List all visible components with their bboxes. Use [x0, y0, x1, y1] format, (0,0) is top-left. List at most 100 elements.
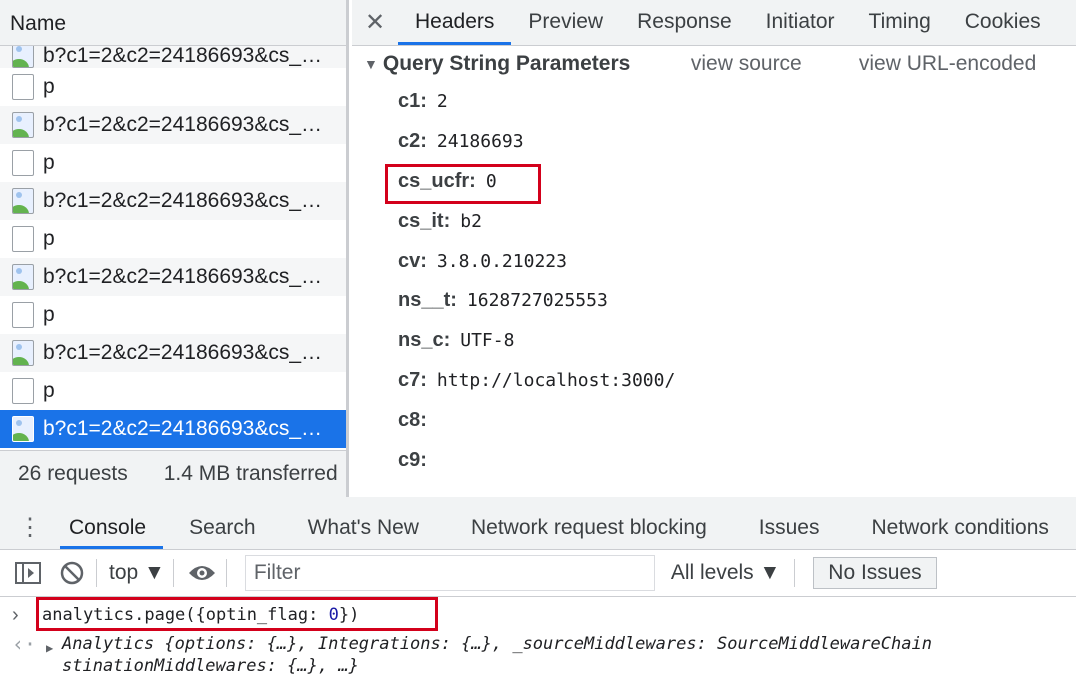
- request-name: b?c1=2&c2=24186693&cs_…: [43, 189, 323, 212]
- tab-timing[interactable]: Timing: [852, 0, 948, 45]
- toolbar-divider: [172, 559, 174, 587]
- section-title: Query String Parameters: [382, 52, 631, 75]
- image-file-icon: [12, 46, 34, 68]
- image-file-icon: [12, 340, 34, 366]
- request-name: b?c1=2&c2=24186693&cs_…: [43, 265, 323, 288]
- drawer-tab-issues[interactable]: Issues: [733, 505, 846, 549]
- query-string-section-header[interactable]: ▼ Query String Parameters view source vi…: [352, 46, 1076, 82]
- filter-input[interactable]: [244, 555, 655, 591]
- expand-triangle-icon[interactable]: ▶: [46, 637, 53, 659]
- tab-headers[interactable]: Headers: [398, 0, 512, 45]
- request-row[interactable]: b?c1=2&c2=24186693&cs_…: [0, 258, 346, 296]
- clear-console-icon[interactable]: [56, 558, 88, 588]
- param-key: cv:: [398, 249, 427, 272]
- image-file-icon: [12, 416, 34, 442]
- query-param-row: c2: 24186693: [352, 122, 1076, 162]
- image-file-icon: [12, 112, 34, 138]
- param-key: ns_c:: [398, 329, 451, 352]
- query-param-row: ns_c: UTF-8: [352, 321, 1076, 361]
- param-key: cs_it:: [398, 209, 451, 232]
- request-name: p: [43, 75, 55, 98]
- request-row[interactable]: b?c1=2&c2=24186693&cs_…: [0, 106, 346, 144]
- request-row[interactable]: p: [0, 220, 346, 258]
- image-file-icon: [12, 264, 34, 290]
- request-row[interactable]: b?c1=2&c2=24186693&cs_…: [0, 46, 346, 68]
- name-column-header[interactable]: Name: [0, 0, 346, 46]
- view-url-encoded-link[interactable]: view URL-encoded: [859, 52, 1036, 76]
- drawer-tab-console[interactable]: Console: [60, 505, 164, 549]
- request-details-pane: ✕ Headers Preview Response Initiator Timing C…: [352, 0, 1076, 497]
- network-panel: Name b?c1=2&c2=24186693&cs_… p b?c1=2&c2=2…: [0, 0, 1076, 497]
- collapse-triangle-icon[interactable]: ▼: [364, 56, 378, 72]
- param-key: c7:: [398, 368, 427, 391]
- log-levels-select[interactable]: All levels ▼: [671, 561, 780, 585]
- drawer-tab-network-request-blocking[interactable]: Network request blocking: [445, 505, 733, 549]
- request-row[interactable]: b?c1=2&c2=24186693&cs_…: [0, 410, 346, 448]
- param-value: UTF-8: [460, 330, 515, 352]
- request-row[interactable]: b?c1=2&c2=24186693&cs_…: [0, 182, 346, 220]
- query-param-row: ns__t: 1628727025553: [352, 281, 1076, 321]
- result-arrow-icon: ‹·: [12, 633, 37, 656]
- highlight-box: [36, 597, 438, 631]
- context-select[interactable]: top ▼: [109, 561, 165, 585]
- eye-icon[interactable]: [186, 558, 218, 588]
- param-value: b2: [460, 210, 482, 232]
- network-status-bar: 26 requests 1.4 MB transferred: [0, 450, 346, 497]
- param-value: 1628727025553: [466, 290, 608, 312]
- prompt-chevron-icon: ›: [12, 603, 19, 626]
- query-param-row: c8:: [352, 400, 1076, 440]
- request-row[interactable]: p: [0, 144, 346, 182]
- request-row[interactable]: p: [0, 296, 346, 334]
- drawer-tab-search[interactable]: Search: [163, 505, 282, 549]
- param-key: cs_ucfr:: [398, 169, 476, 192]
- request-name: b?c1=2&c2=24186693&cs_…: [43, 417, 323, 440]
- tab-initiator[interactable]: Initiator: [749, 0, 852, 45]
- console-toolbar: top ▼ All levels ▼ No Issues: [0, 550, 1076, 597]
- view-source-link[interactable]: view source: [691, 52, 859, 76]
- tab-preview[interactable]: Preview: [511, 0, 620, 45]
- console-result[interactable]: ‹· ▶ Analytics {options: {…}, Integratio…: [0, 633, 1076, 677]
- document-file-icon: [12, 302, 34, 328]
- param-key: ns__t:: [398, 289, 457, 312]
- close-icon[interactable]: ✕: [352, 0, 398, 45]
- console-input-line[interactable]: › analytics.page({optin_flag: 0}): [0, 597, 1076, 633]
- query-param-row: c9:: [352, 440, 1076, 480]
- request-row[interactable]: p: [0, 68, 346, 106]
- param-value: 24186693: [436, 131, 524, 153]
- request-list-pane: Name b?c1=2&c2=24186693&cs_… p b?c1=2&c2=2…: [0, 0, 349, 497]
- param-key: c9:: [398, 448, 427, 471]
- query-params-list: c1: 2 c2: 24186693 cs_ucfr: 0 cs_it: b2 cv: 3.8.0…: [352, 82, 1076, 480]
- drawer-tabbar: ⋮ Console Search What's New Network request…: [0, 505, 1076, 550]
- document-file-icon: [12, 74, 34, 100]
- request-row[interactable]: p: [0, 372, 346, 410]
- param-value: 0: [485, 170, 497, 192]
- request-name: p: [43, 379, 55, 402]
- tab-cookies[interactable]: Cookies: [948, 0, 1058, 45]
- query-param-row: cs_it: b2: [352, 201, 1076, 241]
- toolbar-divider: [794, 559, 796, 587]
- request-name: b?c1=2&c2=24186693&cs_…: [43, 341, 323, 364]
- param-value: 3.8.0.210223: [436, 250, 567, 272]
- drawer-tab-network-conditions[interactable]: Network conditions: [845, 505, 1074, 549]
- more-options-icon[interactable]: ⋮: [0, 505, 60, 549]
- param-value: 2: [436, 91, 448, 113]
- image-file-icon: [12, 188, 34, 214]
- request-name: p: [43, 151, 55, 174]
- request-row[interactable]: b?c1=2&c2=24186693&cs_…: [0, 334, 346, 372]
- request-count: 26 requests: [18, 462, 128, 485]
- transferred-size: 1.4 MB transferred: [163, 462, 338, 485]
- document-file-icon: [12, 378, 34, 404]
- toolbar-divider: [225, 559, 227, 587]
- query-param-row: c1: 2: [352, 82, 1076, 122]
- drawer-tab-what-s-new[interactable]: What's New: [282, 505, 445, 549]
- request-name: b?c1=2&c2=24186693&cs_…: [43, 46, 323, 67]
- sidebar-toggle-icon[interactable]: [12, 558, 44, 588]
- query-param-row: cv: 3.8.0.210223: [352, 241, 1076, 281]
- issues-button[interactable]: No Issues: [813, 557, 937, 589]
- result-line: Analytics {options: {…}, Integrations: {…: [62, 634, 932, 654]
- request-name: p: [43, 303, 55, 326]
- toolbar-divider: [96, 559, 97, 587]
- param-key: c1:: [398, 90, 427, 113]
- tab-response[interactable]: Response: [620, 0, 749, 45]
- query-param-row: c7: http://localhost:3000/: [352, 361, 1076, 401]
